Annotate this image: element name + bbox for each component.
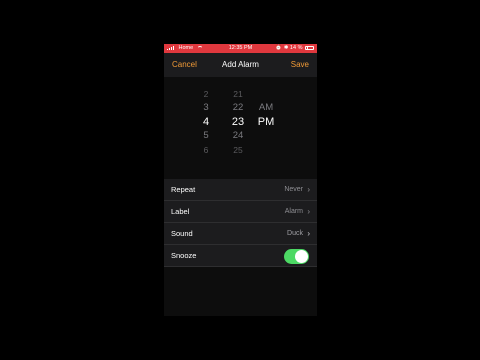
time-picker[interactable]: 23456 21 22 23 24 25 AM PM <box>164 77 317 177</box>
toggle-knob <box>295 249 308 263</box>
repeat-label: Repeat <box>171 185 196 194</box>
sound-row[interactable]: Sound Duck › <box>164 223 317 245</box>
minute-wheel[interactable]: 21 22 23 24 25 <box>226 77 250 177</box>
navigation-bar: Cancel Add Alarm Save <box>164 53 317 78</box>
picker-option[interactable]: 4 <box>194 116 218 128</box>
save-button[interactable]: Save <box>291 60 309 69</box>
status-right: ⏰ ✱ 14 % <box>275 44 314 53</box>
label-label: Label <box>171 207 190 216</box>
repeat-value: Never <box>284 185 303 193</box>
battery-icon <box>305 45 314 50</box>
snooze-row: Snooze <box>164 245 317 267</box>
picker-option[interactable]: 3 <box>194 102 218 113</box>
phone-screen: Home 12:35 PM ⏰ ✱ 14 % Cancel Add Alarm … <box>164 44 317 316</box>
picker-option[interactable]: 2 <box>194 89 218 99</box>
ampm-wheel[interactable]: AM PM <box>254 77 278 177</box>
chevron-right-icon: › <box>307 206 310 216</box>
hour-wheel[interactable]: 2 3 4 5 6 <box>194 77 218 177</box>
snooze-label: Snooze <box>171 251 197 260</box>
chevron-right-icon: › <box>307 228 310 238</box>
alarm-settings: Repeat Never › Label Alarm › Sound Duck … <box>164 179 317 267</box>
sound-label: Sound <box>171 229 193 238</box>
chevron-right-icon: › <box>307 184 310 194</box>
label-row[interactable]: Label Alarm › <box>164 201 317 223</box>
bluetooth-icon: ✱ <box>283 45 289 51</box>
picker-option[interactable]: 5 <box>194 130 218 141</box>
picker-option[interactable]: 23 <box>226 116 250 128</box>
status-bar: Home 12:35 PM ⏰ ✱ 14 % <box>164 44 317 53</box>
picker-option[interactable]: 6 <box>194 145 218 155</box>
picker-option[interactable]: 25 <box>226 145 250 155</box>
picker-option[interactable]: 22 <box>226 102 250 113</box>
alarm-icon: ⏰ <box>275 45 283 51</box>
picker-option[interactable]: PM <box>254 116 278 128</box>
picker-option[interactable]: 21 <box>226 89 250 99</box>
label-value: Alarm <box>284 207 303 215</box>
picker-option[interactable]: 24 <box>226 130 250 141</box>
sound-value: Duck <box>287 229 303 237</box>
battery-percent: 14 % <box>289 45 303 51</box>
repeat-row[interactable]: Repeat Never › <box>164 179 317 201</box>
picker-option[interactable]: AM <box>254 102 278 113</box>
snooze-toggle[interactable] <box>284 248 309 264</box>
